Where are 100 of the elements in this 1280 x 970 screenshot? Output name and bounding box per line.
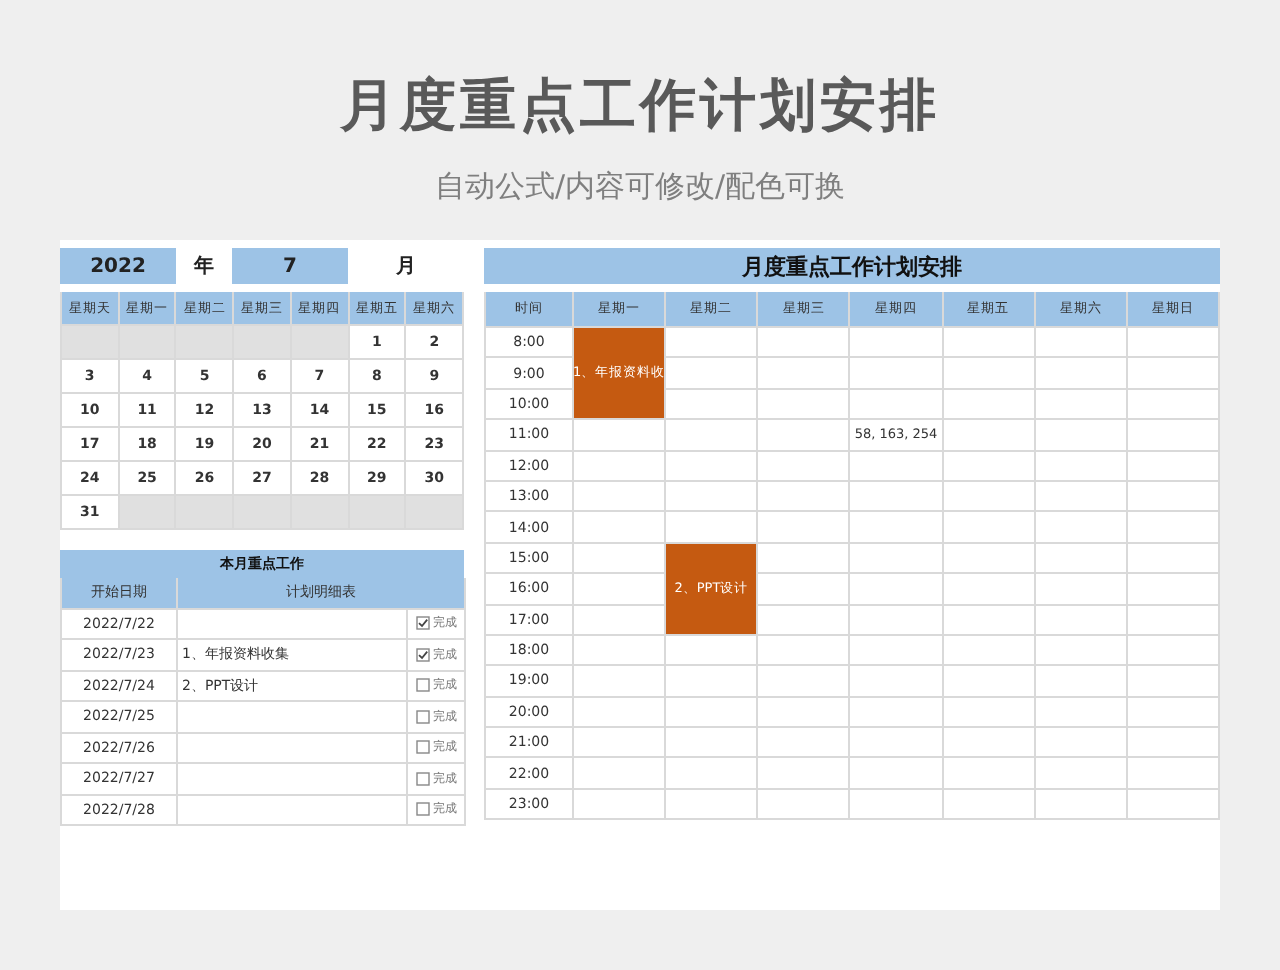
checkbox[interactable] [415, 709, 429, 724]
schedule-cell [943, 481, 1036, 513]
schedule-cell [850, 574, 944, 606]
schedule-cell [758, 481, 851, 513]
checkbox[interactable] [415, 678, 429, 693]
schedule-cell [1035, 635, 1128, 667]
schedule-cell [850, 328, 944, 359]
schedule-cell [666, 697, 759, 729]
schedule-cell [1035, 789, 1128, 821]
schedule-cell [1035, 420, 1128, 452]
schedule-cell [758, 635, 851, 667]
schedule-cell [574, 605, 667, 636]
schedule-cell [1127, 328, 1220, 359]
schedule-cell [758, 451, 851, 482]
schedule-cell [758, 728, 851, 759]
checkbox[interactable] [415, 647, 429, 662]
schedule-cell [1035, 358, 1128, 390]
schedule-cell [666, 420, 759, 452]
schedule-cell [943, 666, 1036, 698]
schedule-cell [850, 789, 944, 821]
blank-day-cell [119, 496, 177, 530]
schedule-cell [850, 389, 944, 421]
blank-day-cell [176, 496, 235, 530]
schedule-cell [943, 451, 1036, 482]
schedule-cell [943, 574, 1036, 606]
schedule-cell [758, 389, 851, 421]
schedule-cell [1127, 697, 1220, 729]
schedule-cell [943, 420, 1036, 452]
schedule-cell [666, 481, 759, 513]
blank-day-cell [291, 326, 350, 360]
schedule-cell [1035, 512, 1128, 544]
schedule-cell [850, 728, 944, 759]
schedule-cell [1035, 451, 1128, 482]
page-subtitle: 自动公式/内容可修改/配色可换 [434, 168, 846, 208]
schedule-cell [666, 758, 759, 790]
blank-day-cell [176, 326, 235, 360]
schedule-cell [758, 666, 851, 698]
schedule-cell [666, 451, 759, 482]
schedule-cell [1035, 328, 1128, 359]
schedule-cell [1035, 697, 1128, 729]
schedule-cell [1035, 666, 1128, 698]
schedule-cell [1127, 512, 1220, 544]
schedule-cell [574, 543, 667, 575]
schedule-cell [850, 512, 944, 544]
schedule-cell [666, 635, 759, 667]
schedule-cell [666, 328, 759, 359]
year-value: 2022 [60, 248, 176, 284]
blank-day-cell [234, 496, 292, 530]
schedule-cell [943, 358, 1036, 390]
schedule-cell [850, 666, 944, 698]
month-value: 7 [232, 248, 348, 284]
schedule-cell [758, 358, 851, 390]
schedule-cell [666, 728, 759, 759]
schedule-cell [574, 697, 667, 729]
page-title: 月度重点工作计划安排 [340, 70, 940, 142]
schedule-cell [943, 389, 1036, 421]
schedule-cell [758, 758, 851, 790]
checkbox[interactable] [415, 802, 429, 817]
schedule-cell [574, 789, 667, 821]
schedule-cell [1127, 543, 1220, 575]
schedule-cell [943, 789, 1036, 821]
schedule-cell [850, 543, 944, 575]
schedule-cell [850, 697, 944, 729]
schedule-cell [850, 605, 944, 636]
schedule-cell [943, 605, 1036, 636]
schedule-cell [850, 635, 944, 667]
schedule-cell [943, 543, 1036, 575]
schedule-cell [666, 512, 759, 544]
schedule-cell [666, 389, 759, 421]
schedule-cell [850, 481, 944, 513]
schedule-cell [1035, 728, 1128, 759]
schedule-cell [850, 451, 944, 482]
schedule-cell [574, 758, 667, 790]
schedule-cell [943, 758, 1036, 790]
schedule-cell [666, 789, 759, 821]
schedule-cell [574, 512, 667, 544]
schedule-cell [758, 697, 851, 729]
schedule-cell [850, 758, 944, 790]
schedule-cell [574, 635, 667, 667]
blank-day-cell [349, 496, 407, 530]
schedule-cell [943, 697, 1036, 729]
schedule-cell [943, 635, 1036, 667]
schedule-cell [1127, 358, 1220, 390]
schedule-cell [758, 512, 851, 544]
schedule-cell [1035, 481, 1128, 513]
schedule-cell [1035, 574, 1128, 606]
schedule-cell [758, 605, 851, 636]
schedule-cell [943, 512, 1036, 544]
schedule-cell [850, 358, 944, 390]
schedule-cell [943, 728, 1036, 759]
schedule-cell [1035, 389, 1128, 421]
schedule-cell [1127, 389, 1220, 421]
checkbox[interactable] [415, 616, 429, 631]
checkbox[interactable] [415, 740, 429, 755]
schedule-cell [574, 451, 667, 482]
checkbox[interactable] [415, 771, 429, 786]
schedule-cell [1127, 605, 1220, 636]
schedule-cell [574, 728, 667, 759]
schedule-cell [1035, 758, 1128, 790]
schedule-cell [1127, 728, 1220, 759]
